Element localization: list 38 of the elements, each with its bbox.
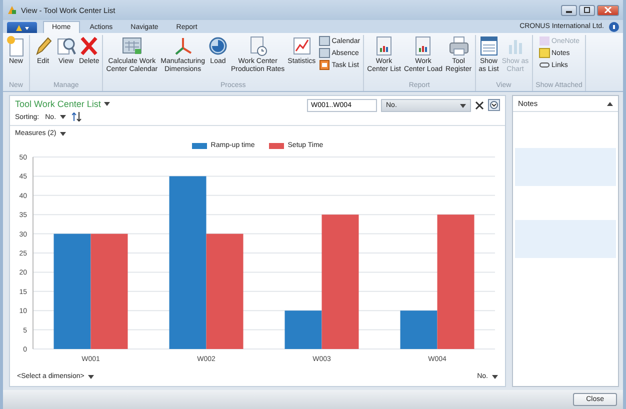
pencil-icon bbox=[33, 35, 53, 57]
list-icon bbox=[478, 35, 499, 57]
calendar-icon bbox=[122, 35, 142, 57]
sort-order-icon[interactable] bbox=[72, 112, 84, 122]
report-icon bbox=[374, 35, 394, 57]
calendar-icon bbox=[318, 36, 330, 46]
calendar-icon bbox=[318, 48, 330, 58]
new-document-icon bbox=[6, 35, 26, 57]
caret-icon bbox=[492, 374, 498, 378]
report-icon bbox=[413, 35, 434, 57]
app-menu-icon bbox=[13, 24, 31, 32]
onenote-icon bbox=[538, 36, 550, 46]
caret-icon bbox=[60, 115, 66, 119]
caret-icon bbox=[104, 102, 110, 106]
page-title-menu[interactable]: Tool Work Center List bbox=[15, 99, 110, 109]
gauge-icon bbox=[208, 35, 228, 57]
line-chart-icon bbox=[292, 35, 312, 57]
document-clock-icon bbox=[248, 35, 268, 57]
maximize-button[interactable] bbox=[579, 4, 595, 16]
expand-filter-button[interactable] bbox=[488, 99, 500, 111]
caret-icon bbox=[60, 132, 66, 136]
app-icon bbox=[7, 5, 17, 15]
printer-icon bbox=[448, 35, 469, 57]
close-icon bbox=[604, 7, 612, 13]
delete-icon bbox=[79, 35, 100, 57]
close-window-button[interactable] bbox=[597, 4, 619, 16]
maximize-icon bbox=[583, 7, 591, 13]
task-list-icon bbox=[318, 60, 330, 70]
minimize-button[interactable] bbox=[561, 4, 577, 16]
axes-icon bbox=[172, 35, 193, 57]
caret-icon bbox=[460, 104, 466, 108]
caret-icon bbox=[88, 374, 94, 378]
collapse-icon[interactable] bbox=[607, 102, 613, 106]
note-icon bbox=[538, 48, 550, 58]
clear-filter-icon[interactable] bbox=[475, 101, 484, 110]
help-icon[interactable] bbox=[609, 22, 619, 32]
link-icon bbox=[538, 60, 550, 70]
application-menu-button[interactable] bbox=[7, 22, 37, 33]
